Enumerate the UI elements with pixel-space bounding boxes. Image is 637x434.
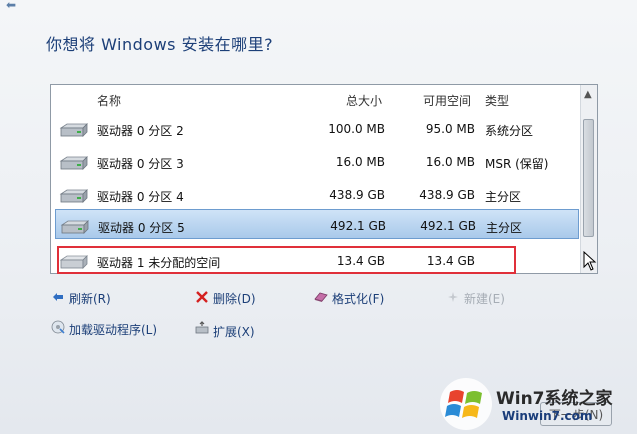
new-label: 新建(E) [464,292,505,306]
column-header-type[interactable]: 类型 [485,92,509,109]
format-label: 格式化(F) [332,292,385,306]
windows-logo-icon [440,378,492,430]
extend-link[interactable]: 扩展(X) [194,320,255,340]
hard-drive-icon [59,123,88,137]
partition-free-space: 438.9 GB [419,188,475,202]
delete-label: 删除(D) [213,292,256,306]
partition-free-space: 95.0 MB [425,122,475,136]
partition-type: 主分区 [486,221,523,235]
partition-total-size: 100.0 MB [328,122,385,136]
refresh-link[interactable]: 刷新(R) [50,290,111,307]
site-watermark: Win7系统之家 Winwin7.com [438,376,634,432]
scroll-thumb[interactable] [583,119,594,237]
new-link[interactable]: 新建(E) [445,290,505,307]
page-title: 你想将 Windows 安装在哪里? [46,35,274,54]
partition-total-size: 492.1 GB [330,219,386,233]
partition-type: MSR (保留) [485,157,549,171]
extend-label: 扩展(X) [213,325,255,339]
hard-drive-icon [60,220,89,234]
back-arrow-icon[interactable]: ⬅ [6,0,24,11]
column-header-free-space[interactable]: 可用空间 [423,92,471,109]
partition-row[interactable]: 驱动器 0 分区 3 16.0 MB 16.0 MB MSR (保留) [55,146,579,176]
partition-free-space: 492.1 GB [420,219,476,233]
refresh-label: 刷新(R) [69,292,111,306]
watermark-url: Winwin7.com [502,409,593,423]
delete-link[interactable]: 删除(D) [194,290,256,307]
annotation-highlight-box [57,246,516,274]
partition-total-size: 438.9 GB [329,188,385,202]
delete-icon [194,291,210,306]
partition-type: 系统分区 [485,124,534,138]
column-header-name[interactable]: 名称 [97,92,121,109]
scroll-up-icon[interactable]: ▲ [584,89,592,100]
setup-window: ⬅ 你想将 Windows 安装在哪里? 名称 总大小 可用空间 类型 驱动器 … [0,0,637,434]
load-driver-label: 加载驱动程序(L) [69,323,158,337]
new-star-icon [445,291,461,306]
list-scrollbar[interactable]: ▲ [580,85,597,273]
refresh-icon [50,291,66,306]
list-header: 名称 总大小 可用空间 类型 [51,85,581,111]
column-header-total-size[interactable]: 总大小 [346,92,382,109]
partition-name: 驱动器 0 分区 4 [97,190,184,204]
format-link[interactable]: 格式化(F) [313,290,384,307]
partition-free-space: 16.0 MB [425,155,475,169]
extend-icon [194,320,210,339]
partition-row[interactable]: 驱动器 0 分区 4 438.9 GB 438.9 GB 主分区 [55,179,579,209]
partition-row[interactable]: 驱动器 0 分区 2 100.0 MB 95.0 MB 系统分区 [55,113,579,143]
partition-type: 主分区 [485,190,522,204]
partition-name: 驱动器 0 分区 2 [97,124,184,138]
hard-drive-icon [59,189,88,203]
partition-total-size: 16.0 MB [335,155,385,169]
partition-row-selected[interactable]: 驱动器 0 分区 5 492.1 GB 492.1 GB 主分区 [55,209,579,239]
hard-drive-icon [59,156,88,170]
load-driver-link[interactable]: 加载驱动程序(L) [50,320,157,338]
watermark-brand: Win7系统之家 [496,389,613,409]
eraser-icon [313,291,329,306]
load-driver-disc-icon [50,320,66,337]
mouse-cursor-icon [583,251,597,271]
partition-name: 驱动器 0 分区 3 [97,157,184,171]
partition-name: 驱动器 0 分区 5 [98,221,185,235]
